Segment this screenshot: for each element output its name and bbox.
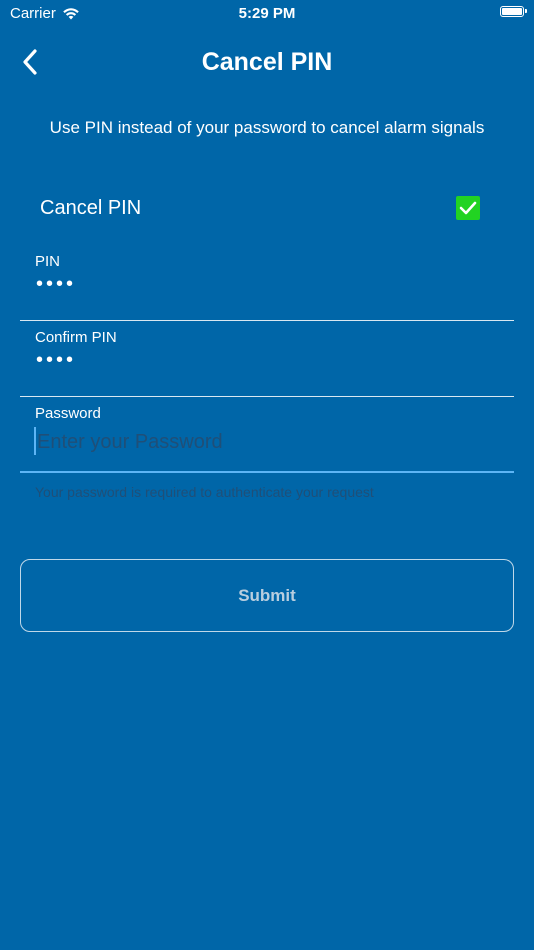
pin-field[interactable]: PIN •••• [20, 245, 514, 321]
confirm-pin-field-label: Confirm PIN [35, 329, 117, 346]
cancel-pin-label: Cancel PIN [40, 197, 142, 219]
status-bar: Carrier 5:29 PM [0, 0, 534, 28]
status-time: 5:29 PM [238, 5, 296, 22]
text-cursor [34, 427, 36, 455]
confirm-pin-field-value[interactable]: •••• [36, 349, 76, 371]
page-description: Use PIN instead of your password to canc… [49, 118, 485, 137]
pin-field-value[interactable]: •••• [36, 273, 76, 295]
password-field-label: Password [35, 405, 101, 422]
cancel-pin-checkbox[interactable] [456, 196, 480, 220]
navigation-bar: Cancel PIN [0, 40, 534, 84]
password-field[interactable]: Password [20, 397, 514, 473]
checkmark-icon [459, 201, 477, 215]
submit-button[interactable]: Submit [20, 559, 514, 632]
confirm-pin-field[interactable]: Confirm PIN •••• [20, 321, 514, 397]
battery-icon [500, 6, 527, 17]
pin-field-label: PIN [35, 253, 61, 270]
password-helper-text: Your password is required to authenticat… [35, 484, 374, 500]
cancel-pin-toggle-row[interactable]: Cancel PIN [40, 190, 482, 226]
password-input[interactable] [35, 427, 497, 457]
page-title: Cancel PIN [201, 48, 333, 76]
